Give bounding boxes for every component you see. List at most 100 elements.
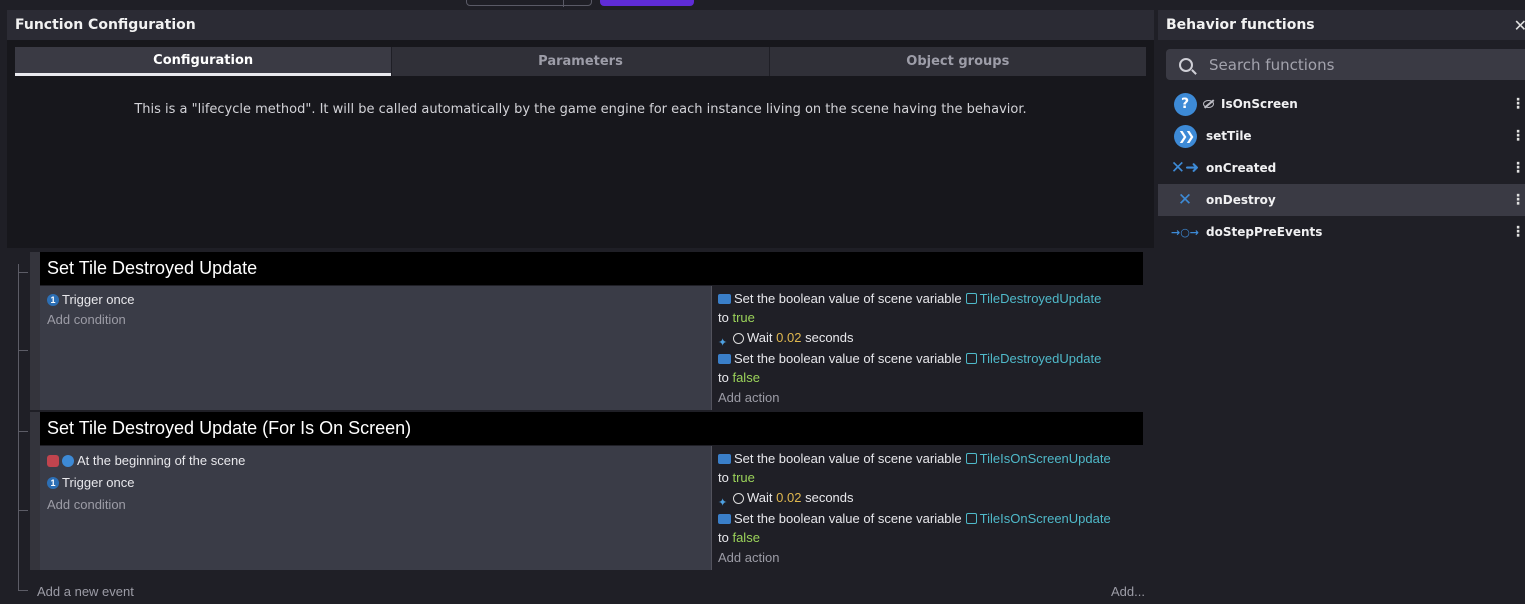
event-drag-handle[interactable] [30,252,40,410]
event-body: 1 Trigger once Add condition Set the boo… [40,286,1143,410]
tab-object-groups[interactable]: Object groups [768,47,1146,76]
more-options-icon[interactable]: ⋮ [1511,96,1525,112]
condition-text: At the beginning of the scene [77,453,246,468]
destroy-icon: ✕ [1177,190,1193,210]
clock-icon [733,492,744,504]
search-box[interactable] [1166,49,1525,80]
function-item-settile[interactable]: ❯❯ setTile ⋮ [1158,120,1525,152]
tree-branch [18,431,28,432]
condition-row[interactable]: 1 Trigger once [47,472,711,494]
function-list: ? IsOnScreen ⋮ ❯❯ setTile ⋮ ✕➜ onCreated… [1158,88,1525,248]
scene-variable-icon [965,293,977,304]
action-row[interactable]: Set the boolean value of scene variable … [718,449,1143,468]
actions-column[interactable]: Set the boolean value of scene variable … [712,446,1143,570]
close-icon[interactable]: ✕ [1514,16,1525,35]
created-icon: ✕➜ [1170,158,1200,178]
search-icon [1179,57,1193,72]
function-label: onDestroy [1206,193,1276,207]
add-condition-link[interactable]: Add condition [47,494,711,515]
function-label: doStepPreEvents [1206,225,1323,239]
add-condition-link[interactable]: Add condition [47,309,711,330]
action-row[interactable]: ✦ Wait 0.02 seconds [718,327,1143,349]
hidden-eye-icon [1203,100,1214,108]
action-text: Wait [747,490,773,505]
top-toolbar [0,0,1525,10]
action-text: Wait [747,330,773,345]
action-text: Set the boolean value of scene variable [734,511,962,526]
scene-variable-icon [965,513,977,524]
action-text: Set the boolean value of scene variable [734,451,962,466]
action-text: Set the boolean value of scene variable [734,351,962,366]
action-row-continued: to false [718,368,1143,387]
conditions-column[interactable]: 1 Trigger once Add condition [40,286,712,410]
event-body: At the beginning of the scene 1 Trigger … [40,446,1143,570]
action-text: seconds [805,490,854,505]
function-item-dosteppreevents[interactable]: →○→ doStepPreEvents ⋮ [1158,216,1525,248]
behavior-functions-panel: Behavior functions ✕ ? IsOnScreen ⋮ ❯❯ s… [1158,10,1525,604]
variable-name: TileDestroyedUpdate [979,291,1102,306]
add-action-link[interactable]: Add action [718,387,1143,408]
action-to: to [718,310,729,325]
action-to: to [718,530,729,545]
event-title[interactable]: Set Tile Destroyed Update [40,252,1143,285]
more-options-icon[interactable]: ⋮ [1511,128,1525,144]
bool-value: true [732,310,755,325]
tree-branch [18,510,28,511]
function-configuration-panel: Function Configuration Configuration Par… [7,10,1154,248]
toolbar-primary-button[interactable] [600,0,694,6]
search-input[interactable] [1209,55,1509,74]
add-new-event-link[interactable]: Add a new event [37,584,134,599]
event-title[interactable]: Set Tile Destroyed Update (For Is On Scr… [40,412,1143,445]
variable-name: TileIsOnScreenUpdate [979,511,1111,526]
condition-row[interactable]: 1 Trigger once [47,290,711,309]
scene-variable-icon [965,453,977,464]
more-options-icon[interactable]: ⋮ [1511,192,1525,208]
panel-title: Behavior functions [1166,17,1315,33]
toolbar-split-button[interactable] [466,0,592,7]
function-item-ondestroy[interactable]: ✕ onDestroy ⋮ [1158,184,1525,216]
action-row[interactable]: ✦ Wait 0.02 seconds [718,487,1143,509]
number-value: 0.02 [776,330,802,345]
action-text: seconds [805,330,854,345]
action-row-continued: to true [718,308,1143,327]
tree-branch [18,350,28,351]
variable-icon [718,353,731,364]
bool-value: false [732,370,760,385]
add-action-link[interactable]: Add action [718,547,1143,568]
action-to: to [718,370,729,385]
question-icon: ? [1173,92,1197,116]
async-icon: ✦ [718,337,728,349]
condition-row[interactable]: At the beginning of the scene [47,450,711,472]
conditions-column[interactable]: At the beginning of the scene 1 Trigger … [40,446,712,570]
condition-text: Trigger once [62,475,135,490]
scene-variable-icon [965,353,977,364]
tab-parameters[interactable]: Parameters [391,47,768,76]
bool-value: false [732,530,760,545]
action-text: Set the boolean value of scene variable [734,291,962,306]
tree-branch [18,590,28,591]
arrows-icon: ❯❯ [1173,124,1197,148]
function-item-oncreated[interactable]: ✕➜ onCreated ⋮ [1158,152,1525,184]
variable-name: TileIsOnScreenUpdate [979,451,1111,466]
tree-line [18,264,19,590]
tab-configuration[interactable]: Configuration [15,47,392,76]
action-row[interactable]: Set the boolean value of scene variable … [718,289,1143,308]
add-more-button[interactable]: Add... [1111,584,1145,599]
action-to: to [718,470,729,485]
variable-icon [718,293,731,304]
action-row[interactable]: Set the boolean value of scene variable … [718,509,1143,528]
more-options-icon[interactable]: ⋮ [1511,224,1525,240]
trigger-once-icon: 1 [47,293,59,306]
function-item-isonscreen[interactable]: ? IsOnScreen ⋮ [1158,88,1525,120]
action-row-continued: to true [718,468,1143,487]
scene-globe-icon [62,455,74,467]
tree-branch [18,272,28,273]
function-label: onCreated [1206,161,1277,175]
config-tabs: Configuration Parameters Object groups [15,47,1146,76]
condition-text: Trigger once [62,292,135,307]
event-drag-handle[interactable] [30,412,40,570]
more-options-icon[interactable]: ⋮ [1511,160,1525,176]
action-row[interactable]: Set the boolean value of scene variable … [718,349,1143,368]
editor-root: Function Configuration Configuration Par… [0,0,1525,604]
actions-column[interactable]: Set the boolean value of scene variable … [712,286,1143,410]
